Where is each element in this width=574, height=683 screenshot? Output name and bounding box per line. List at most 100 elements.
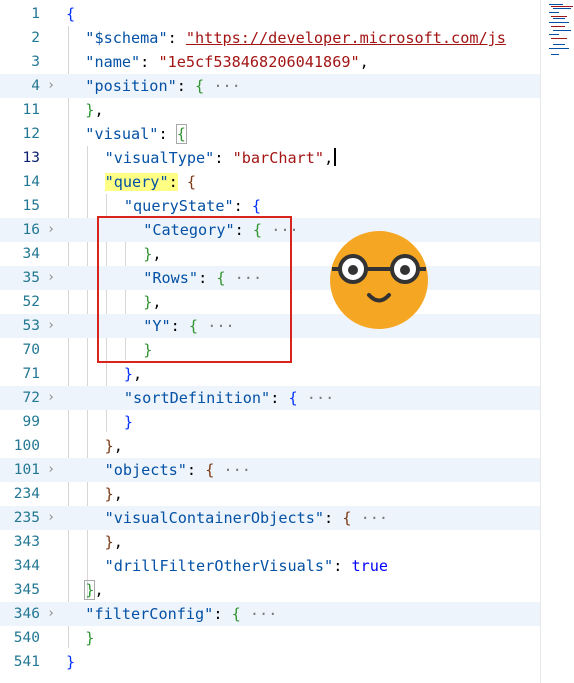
code-text: "objects": { ··· <box>105 458 251 482</box>
line-number: 540 <box>13 630 40 646</box>
line-number: 15 <box>22 198 40 214</box>
code-token: "$schema" <box>85 29 168 47</box>
code-token: } <box>123 413 134 431</box>
code-line[interactable]: 1{ <box>0 2 540 26</box>
code-line[interactable]: 344 "drillFilterOtherVisuals": true <box>0 554 540 578</box>
code-token: , <box>113 437 123 455</box>
code-token: { <box>186 173 197 191</box>
code-token: "query" <box>104 173 169 191</box>
code-token: } <box>104 485 114 503</box>
fold-chevron-right-icon[interactable]: › <box>44 602 58 626</box>
code-token: } <box>123 365 134 383</box>
minimap-line <box>551 26 565 27</box>
line-number: 101 <box>13 462 40 478</box>
code-token: "visualContainerObjects" <box>104 509 325 527</box>
fold-chevron-right-icon[interactable]: › <box>44 458 58 482</box>
code-token: "1e5cf538468206041869" <box>158 53 360 71</box>
code-line[interactable]: 15 "queryState": { <box>0 194 540 218</box>
code-token: , <box>359 53 369 71</box>
code-token: ··· <box>214 461 251 479</box>
code-token: "visual" <box>85 125 159 143</box>
code-line[interactable]: 2 "$schema": "https://developer.microsoft… <box>0 26 540 50</box>
code-token: } <box>85 629 95 647</box>
line-number: 345 <box>13 582 40 598</box>
line-number: 235 <box>13 510 40 526</box>
code-line[interactable]: 101 › "objects": { ··· <box>0 458 540 482</box>
code-token: true <box>351 557 389 575</box>
line-number: 13 <box>22 150 40 166</box>
code-line[interactable]: 99} <box>0 410 540 434</box>
code-text: { <box>66 2 75 26</box>
code-token: : <box>158 125 177 143</box>
line-number: 541 <box>13 654 40 670</box>
line-number: 72 <box>22 390 40 406</box>
minimap-line <box>551 38 567 39</box>
nerd-face-emoji-icon <box>330 231 428 329</box>
code-line[interactable]: 100}, <box>0 434 540 458</box>
code-line[interactable]: 235 › "visualContainerObjects": { ··· <box>0 506 540 530</box>
code-token: : <box>333 557 352 575</box>
code-line[interactable]: 346 › "filterConfig": { ··· <box>0 602 540 626</box>
code-line[interactable]: 14 "query": { <box>0 170 540 194</box>
code-token: , <box>324 149 334 167</box>
code-line[interactable]: 345}, <box>0 578 540 602</box>
code-token: "filterConfig" <box>85 605 214 623</box>
minimap-line <box>553 18 565 19</box>
code-text: }, <box>105 482 123 506</box>
minimap-line <box>553 30 571 31</box>
fold-chevron-right-icon[interactable]: › <box>44 506 58 530</box>
fold-chevron-right-icon[interactable]: › <box>44 386 58 410</box>
code-token: : <box>324 509 343 527</box>
fold-chevron-right-icon[interactable]: › <box>44 266 58 290</box>
minimap[interactable] <box>540 0 574 683</box>
fold-chevron-right-icon[interactable]: › <box>44 218 58 242</box>
emoji-left-eye <box>348 265 358 275</box>
minimap-line <box>549 4 563 5</box>
fold-chevron-right-icon[interactable]: › <box>44 74 58 98</box>
code-text: "drillFilterOtherVisuals": true <box>105 554 388 578</box>
code-token: "visualType" <box>104 149 215 167</box>
code-line[interactable]: 71}, <box>0 362 540 386</box>
line-number: 346 <box>13 606 40 622</box>
code-token: "name" <box>85 53 141 71</box>
line-number: 234 <box>13 486 40 502</box>
line-number: 52 <box>22 294 40 310</box>
code-token: "queryState" <box>123 197 234 215</box>
code-token: ··· <box>240 605 278 623</box>
line-number: 1 <box>31 6 40 22</box>
code-text: } <box>85 626 94 650</box>
code-text: "queryState": { <box>124 194 261 218</box>
code-token: { <box>231 605 241 623</box>
code-line[interactable]: 234}, <box>0 482 540 506</box>
code-text: }, <box>85 98 103 122</box>
code-token: } <box>104 437 114 455</box>
code-line[interactable]: 343}, <box>0 530 540 554</box>
code-token: , <box>94 101 104 119</box>
annotation-red-rectangle <box>97 216 292 363</box>
code-line[interactable]: 72 › "sortDefinition": { ··· <box>0 386 540 410</box>
line-number: 53 <box>22 318 40 334</box>
code-line[interactable]: 12 "visual": { <box>0 122 540 146</box>
code-text: }, <box>105 530 123 554</box>
fold-chevron-right-icon[interactable]: › <box>44 314 58 338</box>
line-number: 11 <box>22 102 40 118</box>
code-line[interactable]: 4 › "position": { ··· <box>0 74 540 98</box>
minimap-line <box>549 34 559 35</box>
code-line[interactable]: 541} <box>0 650 540 674</box>
code-text: }, <box>105 434 123 458</box>
code-line[interactable]: 3 "name": "1e5cf538468206041869", <box>0 50 540 74</box>
code-line[interactable]: 540} <box>0 626 540 650</box>
code-token: : <box>167 29 186 47</box>
code-token: : <box>213 605 232 623</box>
minimap-line <box>551 16 567 17</box>
code-token: "objects" <box>104 461 187 479</box>
code-line[interactable]: 11}, <box>0 98 540 122</box>
code-token: , <box>113 485 123 503</box>
minimap-line <box>553 8 571 9</box>
line-number: 343 <box>13 534 40 550</box>
code-token: : <box>186 461 206 479</box>
code-token: : <box>140 53 159 71</box>
code-line[interactable]: 13 "visualType": "barChart", <box>0 146 540 170</box>
code-text: "$schema": "https://developer.microsoft.… <box>85 26 506 50</box>
